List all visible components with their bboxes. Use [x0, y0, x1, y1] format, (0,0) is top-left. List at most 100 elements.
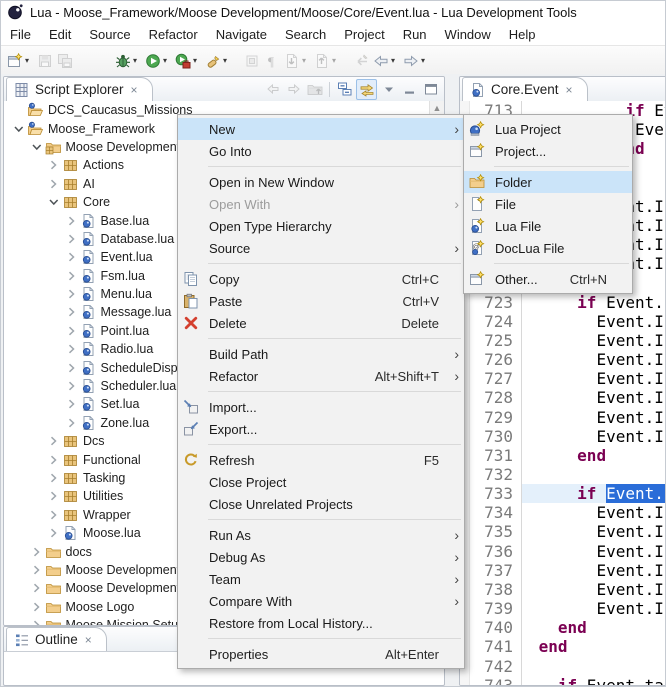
chevron-right-icon[interactable]: [45, 488, 62, 504]
close-icon[interactable]: ×: [131, 83, 138, 97]
context-menu-new[interactable]: New›: [178, 118, 464, 140]
chevron-right-icon[interactable]: [45, 470, 62, 486]
chevron-right-icon[interactable]: [28, 580, 45, 596]
new-wizard-button[interactable]: ▾: [5, 47, 35, 75]
chevron-right-icon[interactable]: [28, 599, 45, 615]
context-menu-paste[interactable]: PasteCtrl+V: [178, 290, 464, 312]
chevron-down-icon[interactable]: [10, 121, 27, 137]
chevron-right-icon[interactable]: [63, 304, 80, 320]
context-menu-refresh[interactable]: RefreshF5: [178, 449, 464, 471]
chevron-right-icon[interactable]: [63, 415, 80, 431]
dropdown-caret-icon[interactable]: ▾: [223, 56, 231, 65]
maximize-button[interactable]: [421, 80, 440, 99]
profile-button[interactable]: ▾: [173, 47, 203, 75]
context-menu-open-with[interactable]: Open With›: [178, 193, 464, 215]
code-text[interactable]: [522, 465, 666, 484]
nav-back-button[interactable]: [263, 80, 282, 99]
context-menu-copy[interactable]: CopyCtrl+C: [178, 268, 464, 290]
code-text[interactable]: Event.Ini: [522, 522, 666, 541]
code-text[interactable]: if Event.I: [522, 293, 666, 312]
chevron-right-icon[interactable]: [63, 213, 80, 229]
chevron-right-icon[interactable]: [63, 360, 80, 376]
code-text[interactable]: Event.Ini: [522, 350, 666, 369]
chevron-down-icon[interactable]: [28, 139, 45, 155]
context-menu-close-unrelated-projects[interactable]: Close Unrelated Projects: [178, 493, 464, 515]
tab-core-event[interactable]: Core.Event ×: [462, 77, 588, 101]
chevron-right-icon[interactable]: [63, 268, 80, 284]
prev-annotation-button[interactable]: ▾: [312, 47, 342, 75]
run-button[interactable]: ▾: [143, 47, 173, 75]
code-text[interactable]: end: [522, 446, 666, 465]
context-menu-open-type-hierarchy[interactable]: Open Type Hierarchy: [178, 215, 464, 237]
view-menu-button[interactable]: [379, 80, 398, 99]
menubar-edit[interactable]: Edit: [40, 25, 80, 44]
save-all-button[interactable]: [55, 47, 75, 75]
chevron-right-icon[interactable]: [28, 562, 45, 578]
close-icon[interactable]: ×: [566, 83, 573, 97]
context-menu-source[interactable]: Source›: [178, 237, 464, 259]
context-menu-delete[interactable]: DeleteDelete: [178, 312, 464, 334]
chevron-right-icon[interactable]: [45, 433, 62, 449]
context-menu-go-into[interactable]: Go Into: [178, 140, 464, 162]
context-menu-properties[interactable]: PropertiesAlt+Enter: [178, 643, 464, 665]
new-submenu-lua-project[interactable]: Lua Project: [464, 118, 632, 140]
mark-occurrences-button[interactable]: [242, 47, 262, 75]
code-text[interactable]: Event.Ini: [522, 542, 666, 561]
minimize-button[interactable]: [400, 80, 419, 99]
context-menu-export[interactable]: Export...: [178, 418, 464, 440]
show-whitespace-button[interactable]: ¶: [262, 47, 282, 75]
context-menu-close-project[interactable]: Close Project: [178, 471, 464, 493]
chevron-right-icon[interactable]: [45, 157, 62, 173]
chevron-right-icon[interactable]: [63, 286, 80, 302]
menubar-run[interactable]: Run: [394, 25, 436, 44]
dropdown-caret-icon[interactable]: ▾: [25, 56, 33, 65]
dropdown-caret-icon[interactable]: ▾: [391, 56, 399, 65]
forward-button[interactable]: ▾: [401, 47, 431, 75]
code-text[interactable]: Event.Ini: [522, 427, 666, 446]
context-menu-restore-from-local-history[interactable]: Restore from Local History...: [178, 612, 464, 634]
menubar-project[interactable]: Project: [335, 25, 393, 44]
back-button[interactable]: ▾: [371, 47, 401, 75]
code-text[interactable]: Event.Ini: [522, 599, 666, 618]
chevron-right-icon[interactable]: [63, 249, 80, 265]
chevron-right-icon[interactable]: [63, 378, 80, 394]
menubar-navigate[interactable]: Navigate: [207, 25, 276, 44]
chevron-right-icon[interactable]: [28, 544, 45, 560]
code-text-current-line[interactable]: if Event.Ini: [522, 484, 666, 503]
dropdown-caret-icon[interactable]: ▾: [302, 56, 310, 65]
menubar-search[interactable]: Search: [276, 25, 335, 44]
chevron-right-icon[interactable]: [63, 323, 80, 339]
code-text[interactable]: if Event.ta: [522, 676, 666, 686]
chevron-right-icon[interactable]: [45, 507, 62, 523]
nav-forward-button[interactable]: [284, 80, 303, 99]
new-submenu-file[interactable]: File: [464, 193, 632, 215]
dropdown-caret-icon[interactable]: ▾: [332, 56, 340, 65]
new-submenu-other[interactable]: Other...Ctrl+N: [464, 268, 632, 290]
dropdown-caret-icon[interactable]: ▾: [133, 56, 141, 65]
save-button[interactable]: [35, 47, 55, 75]
code-text[interactable]: Event.Ini: [522, 312, 666, 331]
context-menu-open-in-new-window[interactable]: Open in New Window: [178, 171, 464, 193]
context-menu-compare-with[interactable]: Compare With›: [178, 590, 464, 612]
dropdown-caret-icon[interactable]: ▾: [163, 56, 171, 65]
nav-up-button[interactable]: [305, 80, 324, 99]
chevron-right-icon[interactable]: [63, 341, 80, 357]
tab-script-explorer[interactable]: Script Explorer ×: [6, 77, 153, 101]
chevron-right-icon[interactable]: [45, 176, 62, 192]
close-icon[interactable]: ×: [85, 633, 92, 647]
chevron-right-icon[interactable]: [28, 617, 45, 625]
context-menu-team[interactable]: Team›: [178, 568, 464, 590]
menubar-source[interactable]: Source: [80, 25, 139, 44]
code-text[interactable]: [522, 657, 666, 676]
tab-outline[interactable]: Outline ×: [6, 627, 107, 651]
new-submenu-project[interactable]: Project...: [464, 140, 632, 162]
chevron-right-icon[interactable]: [63, 231, 80, 247]
code-text[interactable]: Event.Ini: [522, 331, 666, 350]
dropdown-caret-icon[interactable]: ▾: [421, 56, 429, 65]
new-submenu-lua-file[interactable]: Lua File: [464, 215, 632, 237]
menubar-file[interactable]: File: [1, 25, 40, 44]
menubar-refactor[interactable]: Refactor: [140, 25, 207, 44]
last-edit-location-button[interactable]: [351, 47, 371, 75]
code-text[interactable]: Event.Ini: [522, 369, 666, 388]
next-annotation-button[interactable]: ▾: [282, 47, 312, 75]
